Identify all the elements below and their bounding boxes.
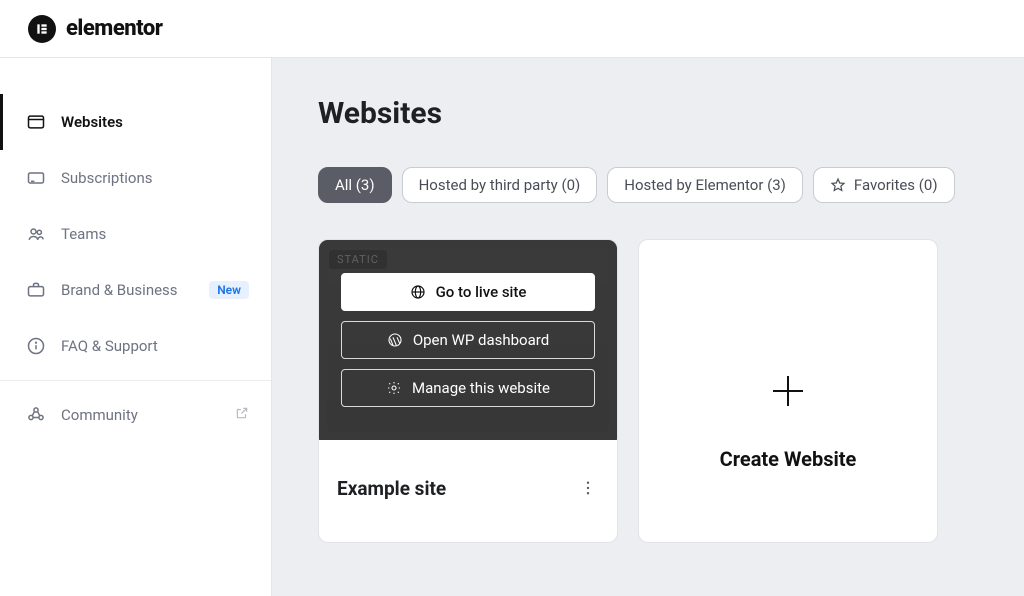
sidebar-item-faq-support[interactable]: FAQ & Support	[0, 318, 271, 374]
site-name: Example site	[337, 477, 446, 500]
filter-label: Favorites (0)	[854, 176, 938, 194]
go-to-live-site-button[interactable]: Go to live site	[341, 273, 595, 311]
create-website-card[interactable]: Create Website	[638, 239, 938, 543]
external-link-icon	[235, 406, 249, 424]
filter-label: Hosted by Elementor (3)	[624, 176, 786, 194]
sidebar-divider	[0, 380, 271, 381]
manage-website-button[interactable]: Manage this website	[341, 369, 595, 407]
page-title: Websites	[318, 96, 978, 131]
elementor-logo-icon	[28, 15, 56, 43]
sidebar-item-label: Brand & Business	[61, 281, 195, 299]
brand-wordmark: elementor	[66, 16, 162, 41]
create-website-label: Create Website	[720, 447, 857, 471]
filter-favorites[interactable]: Favorites (0)	[813, 167, 955, 203]
star-icon	[830, 177, 846, 193]
filter-hosted-elementor[interactable]: Hosted by Elementor (3)	[607, 167, 803, 203]
app-header: elementor	[0, 0, 1024, 58]
sidebar-item-brand-business[interactable]: Brand & Business New	[0, 262, 271, 318]
wordpress-icon	[387, 332, 403, 348]
filter-label: Hosted by third party (0)	[419, 176, 581, 194]
sidebar: Websites Subscriptions Teams Brand & Bus…	[0, 58, 272, 596]
sidebar-item-websites[interactable]: Websites	[0, 94, 271, 150]
sidebar-item-teams[interactable]: Teams	[0, 206, 271, 262]
filter-all[interactable]: All (3)	[318, 167, 392, 203]
main-content: Websites All (3) Hosted by third party (…	[272, 58, 1024, 596]
browser-icon	[25, 111, 47, 133]
sidebar-item-subscriptions[interactable]: Subscriptions	[0, 150, 271, 206]
button-label: Manage this website	[412, 379, 550, 397]
filter-label: All (3)	[335, 176, 375, 194]
filter-third-party[interactable]: Hosted by third party (0)	[402, 167, 598, 203]
info-icon	[25, 335, 47, 357]
globe-icon	[410, 284, 426, 300]
card-icon	[25, 167, 47, 189]
site-card: STATIC Go to live site Open WP dashboard	[318, 239, 618, 543]
brand-logo[interactable]: elementor	[28, 15, 162, 43]
site-options-menu-button[interactable]	[577, 477, 599, 499]
filter-bar: All (3) Hosted by third party (0) Hosted…	[318, 167, 978, 203]
plus-icon	[768, 371, 808, 411]
new-badge: New	[209, 281, 249, 299]
site-thumbnail: STATIC Go to live site Open WP dashboard	[319, 240, 617, 440]
gear-icon	[386, 380, 402, 396]
sidebar-item-label: Subscriptions	[61, 169, 249, 187]
sidebar-item-label: FAQ & Support	[61, 337, 249, 355]
sidebar-item-label: Community	[61, 406, 221, 424]
people-icon	[25, 223, 47, 245]
cards-row: STATIC Go to live site Open WP dashboard	[318, 239, 978, 543]
sidebar-item-label: Teams	[61, 225, 249, 243]
briefcase-icon	[25, 279, 47, 301]
button-label: Go to live site	[436, 283, 527, 301]
button-label: Open WP dashboard	[413, 331, 549, 349]
sidebar-item-label: Websites	[61, 113, 249, 131]
site-card-overlay: Go to live site Open WP dashboard Manage…	[319, 240, 617, 440]
sidebar-item-community[interactable]: Community	[0, 387, 271, 443]
kebab-icon	[579, 479, 597, 497]
community-icon	[25, 404, 47, 426]
open-wp-dashboard-button[interactable]: Open WP dashboard	[341, 321, 595, 359]
